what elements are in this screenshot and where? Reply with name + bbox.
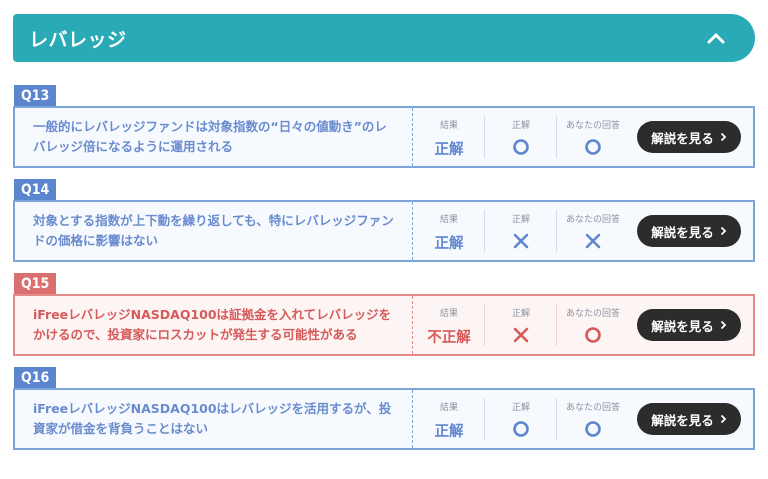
view-explanation-button[interactable]: 解説を見る xyxy=(637,403,741,435)
section-header[interactable]: レバレッジ xyxy=(13,14,755,62)
correct-label: 正解 xyxy=(511,121,530,131)
question-number: Q16 xyxy=(14,367,57,389)
chevron-right-icon xyxy=(720,226,727,236)
result-label: 結果 xyxy=(439,403,458,413)
result-value: 不正解 xyxy=(427,330,471,346)
chevron-right-icon xyxy=(720,320,727,330)
cross-icon xyxy=(512,326,530,344)
cross-icon xyxy=(584,232,602,250)
button-label: 解説を見る xyxy=(651,224,714,240)
button-label: 解説を見る xyxy=(651,412,714,428)
question-text: 対象とする指数が上下動を繰り返しても、特にレバレッジファンドの価格に影響はない xyxy=(15,202,413,260)
circle-icon xyxy=(512,138,530,156)
correct-label: 正解 xyxy=(511,215,530,225)
your-answer-label: あなたの回答 xyxy=(565,309,620,319)
chevron-right-icon xyxy=(720,414,727,424)
circle-icon xyxy=(512,420,530,438)
your-answer-label: あなたの回答 xyxy=(565,121,620,131)
circle-icon xyxy=(584,138,602,156)
question-number: Q15 xyxy=(14,273,57,295)
chevron-up-icon[interactable] xyxy=(705,27,727,49)
correct-label: 正解 xyxy=(511,403,530,413)
result-value: 正解 xyxy=(434,424,464,440)
result-value: 正解 xyxy=(434,142,464,158)
question-text: 一般的にレバレッジファンドは対象指数の“日々の値動き”のレバレッジ倍になるように… xyxy=(15,108,413,166)
chevron-right-icon xyxy=(720,132,727,142)
cross-icon xyxy=(512,232,530,250)
button-label: 解説を見る xyxy=(651,318,714,334)
question-number: Q13 xyxy=(14,85,57,107)
section-title: レバレッジ xyxy=(29,28,127,51)
result-label: 結果 xyxy=(439,215,458,225)
your-answer-label: あなたの回答 xyxy=(565,215,620,225)
your-answer-label: あなたの回答 xyxy=(565,403,620,413)
question-number: Q14 xyxy=(14,179,57,201)
view-explanation-button[interactable]: 解説を見る xyxy=(637,309,741,341)
result-value: 正解 xyxy=(434,236,464,252)
result-label: 結果 xyxy=(439,121,458,131)
circle-icon xyxy=(584,420,602,438)
question-text: iFreeレバレッジNASDAQ100はレバレッジを活用するが、投資家が借金を背… xyxy=(15,390,413,448)
view-explanation-button[interactable]: 解説を見る xyxy=(637,121,741,153)
result-label: 結果 xyxy=(439,309,458,319)
circle-icon xyxy=(584,326,602,344)
correct-label: 正解 xyxy=(511,309,530,319)
view-explanation-button[interactable]: 解説を見る xyxy=(637,215,741,247)
button-label: 解説を見る xyxy=(651,130,714,146)
question-text: iFreeレバレッジNASDAQ100は証拠金を入れてレバレッジをかけるので、投… xyxy=(15,296,413,354)
